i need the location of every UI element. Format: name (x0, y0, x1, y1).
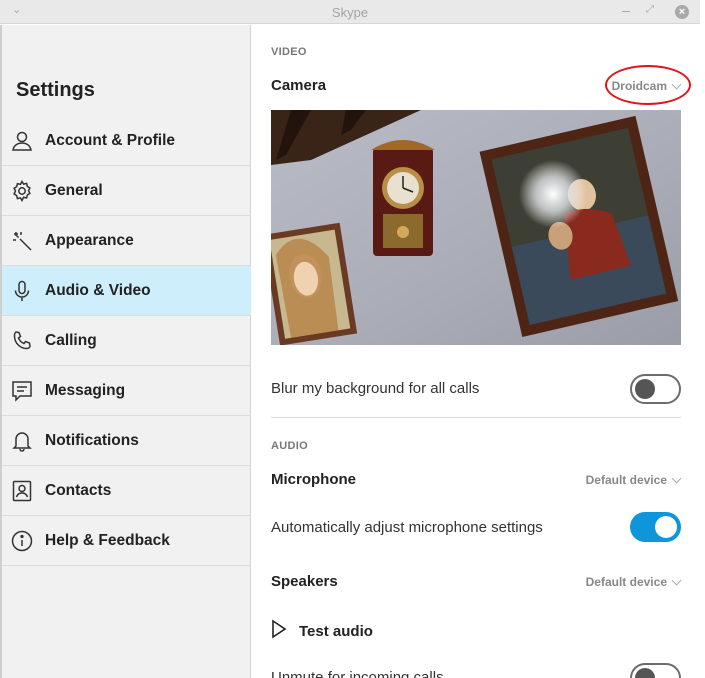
phone-icon (11, 330, 33, 352)
sidebar-item-label: Calling (45, 331, 97, 349)
sidebar-item-contacts[interactable]: Contacts (2, 466, 251, 516)
window-title: Skype (331, 5, 369, 20)
auto-adjust-mic-label: Automatically adjust microphone settings (271, 519, 543, 536)
sidebar-item-account-profile[interactable]: Account & Profile (2, 116, 251, 166)
sidebar-item-label: General (45, 181, 103, 199)
settings-sidebar: Settings Account & Profile General Appea… (0, 25, 251, 678)
person-icon (11, 130, 33, 152)
blur-background-toggle[interactable] (630, 374, 681, 404)
auto-adjust-mic-toggle[interactable] (630, 512, 681, 542)
sidebar-item-messaging[interactable]: Messaging (2, 366, 251, 416)
section-divider (271, 417, 681, 418)
audio-video-settings: VIDEO Camera Droidcam Blur my background… (252, 25, 702, 678)
sidebar-item-label: Messaging (45, 381, 126, 399)
video-section-label: VIDEO (271, 46, 307, 58)
sidebar-item-audio-video[interactable]: Audio & Video (2, 266, 251, 316)
sidebar-item-calling[interactable]: Calling (2, 316, 251, 366)
chevron-down-icon (671, 473, 682, 483)
test-audio-button[interactable]: Test audio (271, 619, 373, 644)
settings-heading: Settings (16, 79, 95, 101)
camera-preview (271, 110, 681, 345)
magic-wand-icon (11, 230, 33, 252)
speakers-dropdown[interactable]: Default device (585, 575, 682, 589)
minimize-button[interactable] (620, 2, 632, 16)
sidebar-item-appearance[interactable]: Appearance (2, 216, 251, 266)
sidebar-item-general[interactable]: General (2, 166, 251, 216)
sidebar-item-label: Account & Profile (45, 131, 176, 149)
audio-section-label: AUDIO (271, 440, 308, 452)
unmute-incoming-toggle[interactable] (630, 663, 681, 678)
info-icon (11, 530, 33, 552)
camera-label: Camera (271, 77, 327, 94)
toggle-knob (635, 668, 655, 678)
microphone-label: Microphone (271, 471, 356, 488)
unmute-incoming-label: Unmute for incoming calls (271, 669, 444, 678)
microphone-dropdown-value: Default device (585, 473, 667, 487)
toggle-knob (635, 379, 655, 399)
sidebar-item-help-feedback[interactable]: Help & Feedback (2, 516, 251, 566)
maximize-button[interactable]: ⤢ (646, 4, 658, 16)
speakers-label: Speakers (271, 573, 338, 590)
settings-nav: Account & Profile General Appearance Aud… (2, 116, 251, 566)
sidebar-item-label: Help & Feedback (45, 531, 170, 549)
gear-icon (11, 179, 33, 202)
contact-card-icon (11, 480, 33, 502)
sidebar-item-label: Contacts (45, 481, 112, 499)
sidebar-item-label: Notifications (45, 431, 139, 449)
annotation-circle (605, 65, 691, 105)
blur-background-label: Blur my background for all calls (271, 380, 480, 397)
microphone-icon (11, 280, 33, 302)
test-audio-label: Test audio (299, 623, 373, 640)
toggle-knob (655, 516, 677, 538)
chevron-down-icon (671, 575, 682, 585)
microphone-dropdown[interactable]: Default device (585, 473, 682, 487)
title-bar: ⌄ Skype ⤢ × (0, 0, 700, 24)
sidebar-item-notifications[interactable]: Notifications (2, 416, 251, 466)
speakers-dropdown-value: Default device (585, 575, 667, 589)
sidebar-item-label: Appearance (45, 231, 134, 249)
close-button[interactable]: × (675, 5, 689, 19)
bell-icon (11, 430, 33, 452)
sidebar-item-label: Audio & Video (45, 281, 151, 299)
play-icon (271, 619, 287, 644)
chat-icon (11, 380, 33, 402)
